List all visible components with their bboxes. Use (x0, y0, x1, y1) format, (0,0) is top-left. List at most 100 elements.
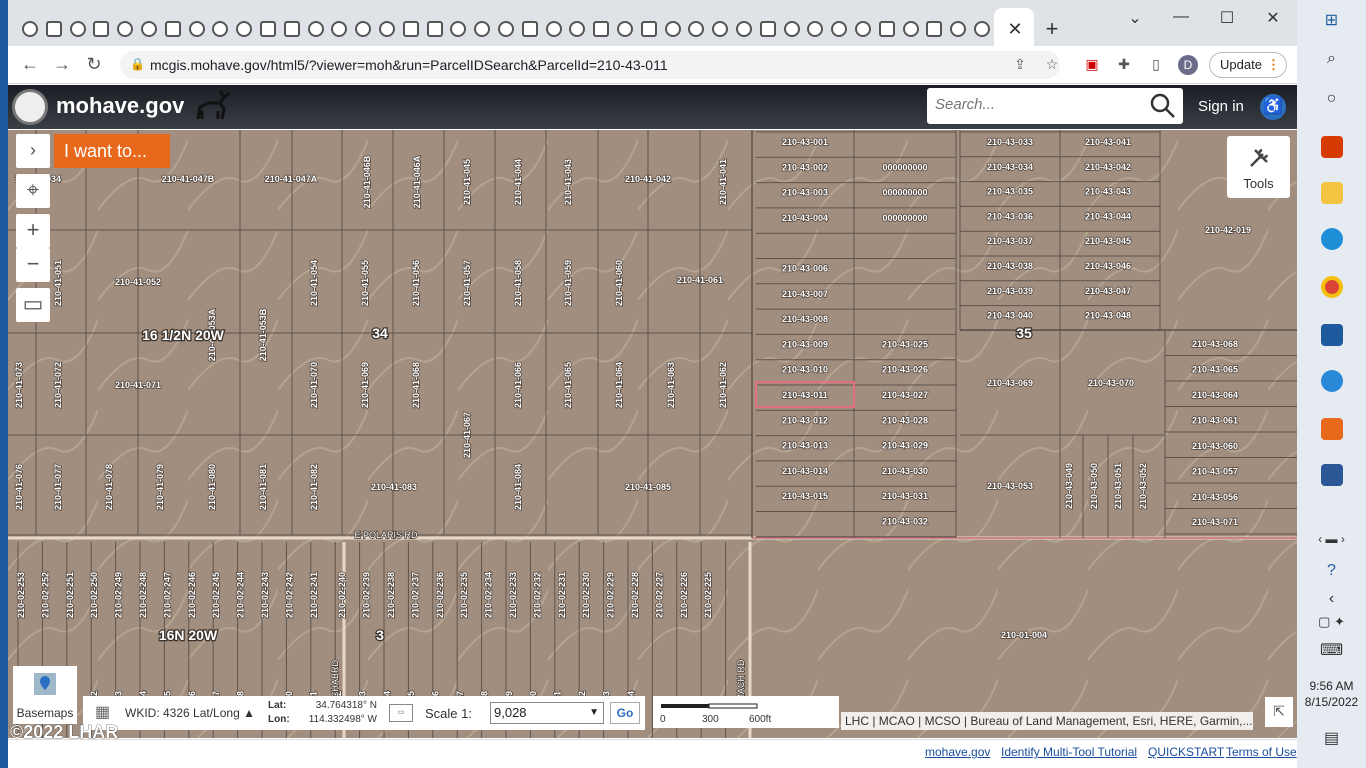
pinned-tab-favicon[interactable] (712, 21, 729, 37)
parcel-label[interactable]: 210-41-067 (461, 411, 473, 459)
reload-button[interactable]: ↻ (82, 54, 106, 75)
parcel-label[interactable]: 210-43-035 (986, 186, 1034, 198)
parcel-label[interactable]: 210-02-232 (532, 571, 544, 619)
parcel-label[interactable]: 210-43-012 (781, 415, 829, 427)
parcel-label[interactable]: 210-02-238 (385, 571, 397, 619)
collapse-toolbar-icon[interactable]: ⇱ (1265, 697, 1293, 727)
edge-icon[interactable] (1321, 228, 1343, 250)
parcel-label[interactable]: 210-01-004 (1000, 629, 1048, 641)
parcel-label[interactable]: 210-02-244 (235, 571, 247, 619)
parcel-label[interactable]: 210-41-059 (562, 259, 574, 307)
parcel-label[interactable]: 210-43-057 (1191, 466, 1239, 478)
zoom-out-button[interactable]: − (16, 248, 50, 282)
parcel-label[interactable]: 210-41-041 (717, 158, 729, 206)
pinned-tab-favicon[interactable] (307, 21, 324, 37)
parcel-label[interactable]: 210-41-042 (624, 173, 672, 185)
footer-link-quickstart[interactable]: QUICKSTART (1148, 745, 1224, 759)
tools-button[interactable]: Tools (1227, 136, 1290, 198)
pinned-tab-favicon[interactable] (141, 21, 157, 37)
show-hidden-icons[interactable]: ‹ (1297, 590, 1366, 608)
pinned-tab-favicon[interactable] (664, 21, 681, 37)
sign-in-link[interactable]: Sign in (1198, 98, 1244, 115)
parcel-label[interactable]: 210-43-004 (781, 212, 829, 224)
pinned-tab-favicon[interactable] (69, 21, 86, 37)
sidepanel-icon[interactable]: ▯ (1146, 56, 1166, 73)
pinned-tab-favicon[interactable] (164, 21, 181, 37)
parcel-label[interactable]: 210-41-063 (665, 361, 677, 409)
parcel-label[interactable]: 210-41-046B (361, 154, 373, 209)
tab-search-icon[interactable]: ⌄ (1123, 8, 1147, 28)
parcel-label[interactable]: 000000000 (882, 187, 929, 199)
section-label[interactable]: 35 (1015, 324, 1033, 343)
pinned-tab-favicon[interactable] (950, 21, 967, 37)
parcel-label[interactable]: 210-41-081 (257, 463, 269, 511)
parcel-label[interactable]: 210-02-251 (64, 571, 76, 619)
parcel-label[interactable]: 210-41-052 (114, 276, 162, 288)
parcel-label[interactable]: 210-02-235 (458, 571, 470, 619)
parcel-label[interactable]: 210-41-065 (562, 361, 574, 409)
pinned-tab-favicon[interactable] (93, 21, 110, 37)
parcel-label[interactable]: 210-43-037 (986, 235, 1034, 247)
parcel-label[interactable]: 210-43-041 (1084, 136, 1132, 148)
pinned-tab-favicon[interactable] (379, 21, 395, 37)
pinned-tab-favicon[interactable] (402, 21, 419, 37)
pinned-tab-favicon[interactable] (521, 21, 538, 37)
parcel-label[interactable]: 210-41-078 (103, 463, 115, 511)
parcel-label[interactable]: 210-02-236 (434, 571, 446, 619)
tray-icons[interactable]: ▢ ✦ (1297, 614, 1366, 630)
parcel-label[interactable]: 210-43-064 (1191, 389, 1239, 401)
parcel-label[interactable]: 210-43-046 (1084, 260, 1132, 272)
pinned-tab-favicon[interactable] (878, 21, 895, 37)
parcel-label[interactable]: 210-41-077 (52, 463, 64, 511)
section-label[interactable]: 3 (375, 626, 386, 645)
parcel-label[interactable]: 210-41-045 (461, 158, 473, 206)
pinned-tab-favicon[interactable] (236, 21, 253, 37)
footer-link-mohave[interactable]: mohave.gov (925, 745, 990, 759)
word-icon[interactable] (1321, 464, 1343, 486)
pinned-tab-favicon[interactable] (474, 21, 491, 37)
parcel-label[interactable]: 210-41-080 (206, 463, 218, 511)
search-input[interactable] (935, 96, 1145, 113)
pinned-tab-favicon[interactable] (926, 21, 943, 37)
site-title[interactable]: mohave.gov (56, 93, 184, 119)
help-icon[interactable]: ? (1297, 562, 1366, 580)
parcel-label[interactable]: 210-43-033 (986, 136, 1034, 148)
pinned-tab-favicon[interactable] (188, 21, 205, 37)
parcel-label[interactable]: 210-43-031 (881, 490, 929, 502)
office-icon[interactable] (1321, 136, 1343, 158)
close-window-button[interactable]: ✕ (1261, 8, 1285, 28)
profile-avatar[interactable]: D (1178, 55, 1198, 75)
zoom-in-button[interactable]: + (16, 214, 50, 248)
parcel-label[interactable]: 210-41-058 (512, 259, 524, 307)
parcel-label[interactable]: 210-41-084 (512, 463, 524, 511)
parcel-label[interactable]: 210-41-072 (52, 361, 64, 409)
parcel-label[interactable]: 210-02-237 (410, 571, 422, 619)
file-explorer-icon[interactable] (1321, 182, 1343, 204)
parcel-label[interactable]: 210-02-229 (605, 571, 617, 619)
parcel-label[interactable]: 210-43-053 (986, 480, 1034, 492)
scale-preset-icon[interactable]: ▭ (389, 704, 413, 722)
pinned-tab-favicon[interactable] (545, 21, 562, 37)
scale-select[interactable]: 9,028 ▼ (490, 702, 604, 724)
parcel-label[interactable]: 210-41-073 (13, 361, 25, 409)
township-label[interactable]: 16 1/2N 20W (141, 326, 226, 345)
bookmark-star-icon[interactable]: ☆ (1042, 56, 1062, 73)
parcel-label[interactable]: 210-41-085 (624, 481, 672, 493)
parcel-label[interactable]: 210-02-225 (702, 571, 714, 619)
parcel-label[interactable]: 210-41-046A (411, 154, 423, 209)
parcel-label[interactable]: 210-02-248 (137, 571, 149, 619)
parcel-label[interactable]: 210-43-009 (781, 339, 829, 351)
search-taskbar-icon[interactable]: ⌕ (1297, 50, 1366, 68)
clock-time[interactable]: 9:56 AM (1297, 679, 1366, 693)
pinned-tab-favicon[interactable] (117, 21, 134, 37)
locate-me-icon[interactable]: ⌖ (16, 174, 50, 208)
parcel-label[interactable]: 210-02-245 (210, 571, 222, 619)
parcel-label[interactable]: 210-02-230 (580, 571, 592, 619)
pinned-tab-favicon[interactable] (593, 21, 610, 37)
pinned-tab-favicon[interactable] (807, 21, 824, 37)
parcel-label[interactable]: 210-41-079 (154, 463, 166, 511)
parcel-label[interactable]: 210-43-034 (986, 161, 1034, 173)
parcel-label[interactable]: 210-43-028 (881, 415, 929, 427)
parcel-label[interactable]: 210-43-010 (781, 364, 829, 376)
store-icon[interactable] (1321, 324, 1343, 346)
